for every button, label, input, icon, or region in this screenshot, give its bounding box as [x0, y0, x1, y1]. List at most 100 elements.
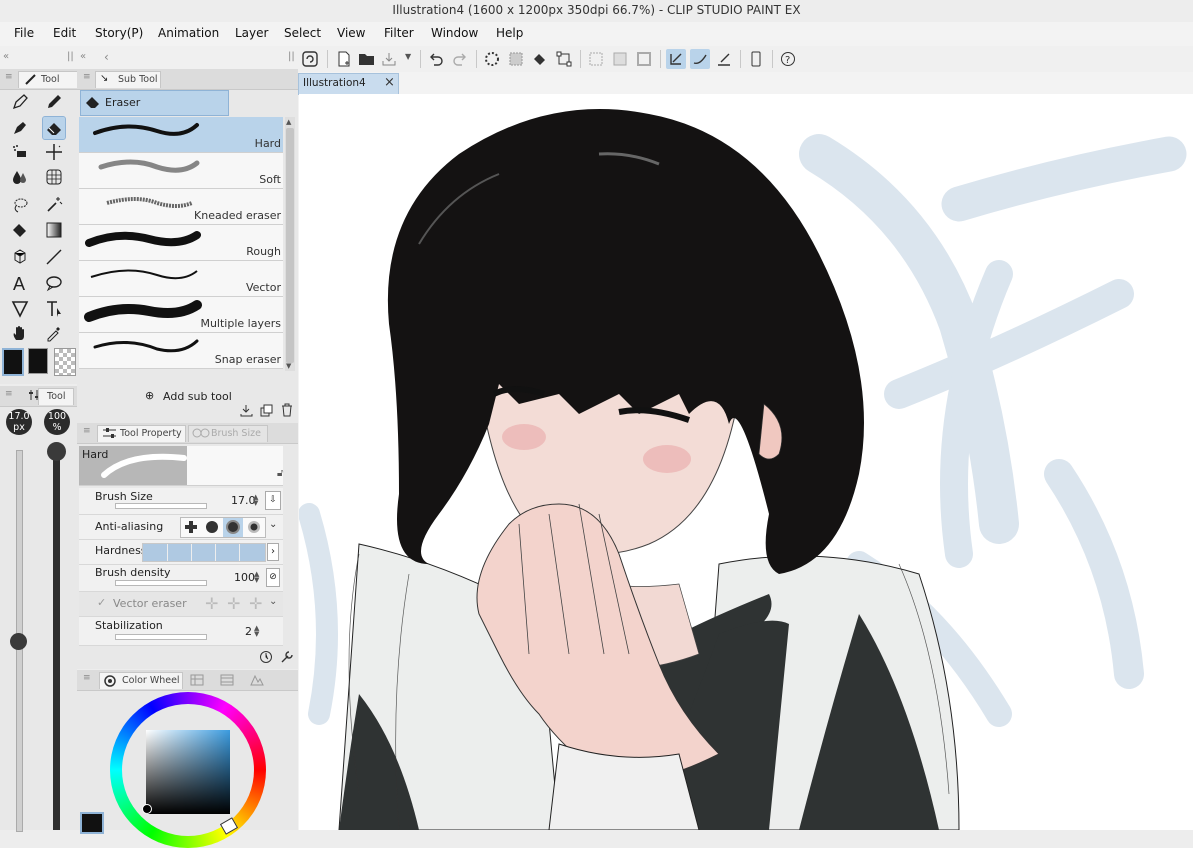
- brush-size-track[interactable]: [115, 503, 207, 509]
- loading-icon[interactable]: [482, 49, 502, 69]
- help-icon[interactable]: ?: [778, 49, 798, 69]
- panel-menu-icon[interactable]: ≡: [5, 389, 13, 399]
- subtool-item[interactable]: Soft: [79, 153, 283, 189]
- add-sub-tool-row[interactable]: ⊕ Add sub tool: [79, 384, 283, 400]
- menu-story[interactable]: Story(P): [95, 26, 143, 40]
- chevron-down-icon[interactable]: ⌄: [269, 519, 277, 530]
- new-file-icon[interactable]: [334, 49, 354, 69]
- brush-size-stepper[interactable]: ▲ ▼: [253, 494, 258, 507]
- brush-density-track[interactable]: [115, 580, 207, 586]
- checkbox-icon[interactable]: ✓: [97, 596, 106, 609]
- subtool-item[interactable]: Hard: [79, 117, 283, 153]
- approx-color-icon[interactable]: [250, 674, 264, 689]
- snap-special-ruler-icon[interactable]: [690, 49, 710, 69]
- anti-aliasing-selector[interactable]: [180, 517, 266, 538]
- transparent-color-swatch[interactable]: [54, 348, 76, 376]
- hand-icon[interactable]: [9, 322, 31, 344]
- opacity-slider[interactable]: [53, 450, 60, 830]
- fill-icon[interactable]: [530, 49, 550, 69]
- vector-option-icon[interactable]: ✛: [205, 594, 218, 613]
- menu-view[interactable]: View: [337, 26, 365, 40]
- redo-icon[interactable]: [450, 49, 470, 69]
- menu-select[interactable]: Select: [284, 26, 321, 40]
- vector-option-icon[interactable]: ✛: [249, 594, 262, 613]
- import-icon[interactable]: [240, 404, 253, 420]
- aa-strong-icon[interactable]: [247, 520, 261, 537]
- subtool-item[interactable]: Rough: [79, 225, 283, 261]
- chevron-right-icon[interactable]: ›: [267, 543, 279, 561]
- figure-icon[interactable]: [9, 246, 31, 268]
- snap-grid-icon[interactable]: [714, 49, 734, 69]
- menu-window[interactable]: Window: [431, 26, 478, 40]
- ruler-cursor-icon[interactable]: [43, 298, 65, 320]
- selection-border-icon[interactable]: [634, 49, 654, 69]
- clear-icon[interactable]: [506, 49, 526, 69]
- hardness-selector[interactable]: [142, 543, 266, 562]
- subtool-item[interactable]: Kneaded eraser: [79, 189, 283, 225]
- subtool-item[interactable]: Vector: [79, 261, 283, 297]
- airbrush-icon[interactable]: [9, 141, 31, 163]
- eraser-icon[interactable]: [42, 116, 66, 140]
- reset-icon[interactable]: [259, 650, 273, 667]
- menu-edit[interactable]: Edit: [53, 26, 76, 40]
- line-icon[interactable]: [43, 246, 65, 268]
- panel-menu-icon[interactable]: ≡: [5, 72, 13, 82]
- gradient-icon[interactable]: [43, 219, 65, 241]
- panel-menu-icon[interactable]: ≡: [83, 426, 91, 436]
- invert-selection-icon[interactable]: [610, 49, 630, 69]
- color-set-icon[interactable]: [190, 674, 204, 689]
- tab-tool-settings[interactable]: Tool S: [38, 388, 74, 405]
- menu-help[interactable]: Help: [496, 26, 523, 40]
- trash-icon[interactable]: [281, 403, 293, 420]
- mesh-icon[interactable]: [43, 166, 65, 188]
- subtool-item[interactable]: Snap eraser: [79, 333, 283, 369]
- wrench-icon[interactable]: [280, 650, 294, 667]
- eyedropper-icon[interactable]: [43, 322, 65, 344]
- color-picker-handle[interactable]: [142, 804, 152, 814]
- color-history-icon[interactable]: [220, 674, 234, 689]
- duplicate-icon[interactable]: [260, 404, 273, 420]
- aa-none-icon[interactable]: [184, 520, 198, 537]
- pencil-icon[interactable]: [43, 91, 65, 113]
- snap-ruler-icon[interactable]: [666, 49, 686, 69]
- pen-icon[interactable]: [9, 91, 31, 113]
- saturation-value-square[interactable]: [146, 730, 230, 814]
- menu-animation[interactable]: Animation: [158, 26, 219, 40]
- aa-medium-icon[interactable]: [226, 520, 240, 537]
- undo-icon[interactable]: [426, 49, 446, 69]
- fill-bucket-icon[interactable]: [9, 219, 31, 241]
- chevron-down-icon[interactable]: ▼: [405, 52, 411, 61]
- opacity-slider-handle[interactable]: [47, 442, 66, 461]
- chevron-down-icon[interactable]: ⌄: [269, 596, 277, 607]
- stabilization-track[interactable]: [115, 634, 207, 640]
- marker-icon[interactable]: [9, 117, 31, 139]
- sub-tool-group-eraser[interactable]: Eraser: [80, 90, 229, 116]
- lasso-icon[interactable]: [9, 194, 31, 216]
- smartphone-icon[interactable]: [746, 49, 766, 69]
- pressure-settings-icon[interactable]: ⊘: [266, 568, 280, 587]
- collapse-left-icon[interactable]: «: [3, 51, 9, 62]
- subtool-scrollbar-thumb[interactable]: [286, 128, 294, 363]
- close-icon[interactable]: ×: [384, 75, 395, 90]
- sparkle-icon[interactable]: [43, 141, 65, 163]
- current-color-swatch[interactable]: [80, 812, 104, 834]
- panel-menu-icon[interactable]: ≡: [83, 673, 91, 683]
- scroll-down-icon[interactable]: ▼: [286, 362, 291, 370]
- panel-menu-icon[interactable]: ≡: [83, 72, 91, 82]
- artwork[interactable]: [299, 94, 1193, 830]
- stabilization-stepper[interactable]: ▲ ▼: [254, 625, 259, 638]
- balloon-icon[interactable]: [43, 272, 65, 294]
- save-icon[interactable]: [380, 49, 400, 69]
- collapse-left-icon[interactable]: «: [80, 51, 86, 62]
- menu-layer[interactable]: Layer: [235, 26, 268, 40]
- magic-wand-icon[interactable]: [43, 194, 65, 216]
- sub-color-swatch[interactable]: [28, 348, 48, 374]
- menu-file[interactable]: File: [14, 26, 34, 40]
- lock-icon[interactable]: 🔓︎: [277, 468, 283, 479]
- open-folder-icon[interactable]: [357, 49, 377, 69]
- document-tab[interactable]: Illustration4 ×: [298, 73, 399, 95]
- scroll-up-icon[interactable]: ▲: [286, 118, 291, 126]
- transform-icon[interactable]: [554, 49, 574, 69]
- frame-border-icon[interactable]: [9, 298, 31, 320]
- subtool-item[interactable]: Multiple layers: [79, 297, 283, 333]
